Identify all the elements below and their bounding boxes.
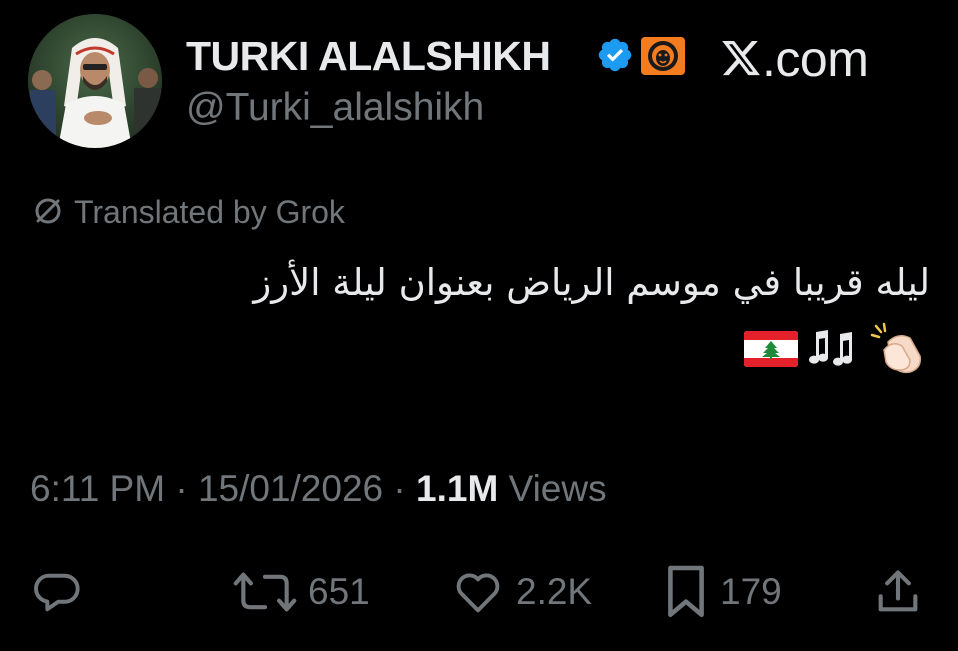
retweet-button[interactable]: 651 <box>232 560 370 624</box>
translated-by-label: Translated by Grok <box>74 194 345 230</box>
bookmark-button[interactable]: 179 <box>662 560 782 624</box>
avatar[interactable] <box>28 14 162 148</box>
site-label-text: .com <box>762 31 869 87</box>
x-logo-icon <box>720 35 762 81</box>
like-button[interactable]: 2.2K <box>450 560 592 624</box>
tweet-date[interactable]: 15/01/2026 <box>198 468 383 509</box>
user-handle[interactable]: @Turki_alalshikh <box>186 86 484 130</box>
reply-icon <box>30 566 82 618</box>
like-count: 2.2K <box>516 571 593 612</box>
site-label: .com <box>720 30 869 88</box>
musical-notes-emoji <box>806 326 862 377</box>
display-name[interactable]: TURKI ALALSHIKH <box>186 33 551 80</box>
retweet-count: 651 <box>308 571 370 612</box>
clapping-hands-emoji <box>870 322 928 381</box>
lebanon-flag-emoji <box>744 331 798 372</box>
action-bar: 651 2.2K 179 <box>0 560 958 624</box>
bookmark-count: 179 <box>720 571 782 612</box>
emoji-row <box>744 322 928 381</box>
meta-separator: · <box>175 468 188 509</box>
heart-icon <box>450 566 506 618</box>
tweet-time[interactable]: 6:11 PM <box>30 468 165 509</box>
tweet-meta: 6:11 PM · 15/01/2026 · 1.1M Views <box>30 468 607 510</box>
lion-badge-icon[interactable] <box>640 36 686 76</box>
bookmark-icon <box>662 563 710 621</box>
views-label: Views <box>508 468 607 509</box>
tweet-text: ليله قريبا في موسم الرياض بعنوان ليلة ال… <box>253 261 930 304</box>
share-icon <box>872 566 924 618</box>
retweet-icon <box>232 566 298 618</box>
views-count: 1.1M <box>416 468 499 509</box>
reply-button[interactable] <box>30 560 92 624</box>
translate-icon <box>32 194 74 230</box>
meta-separator: · <box>393 468 406 509</box>
verified-check-icon <box>596 36 634 74</box>
share-button[interactable] <box>872 560 924 624</box>
translated-by-row[interactable]: Translated by Grok <box>32 194 345 231</box>
